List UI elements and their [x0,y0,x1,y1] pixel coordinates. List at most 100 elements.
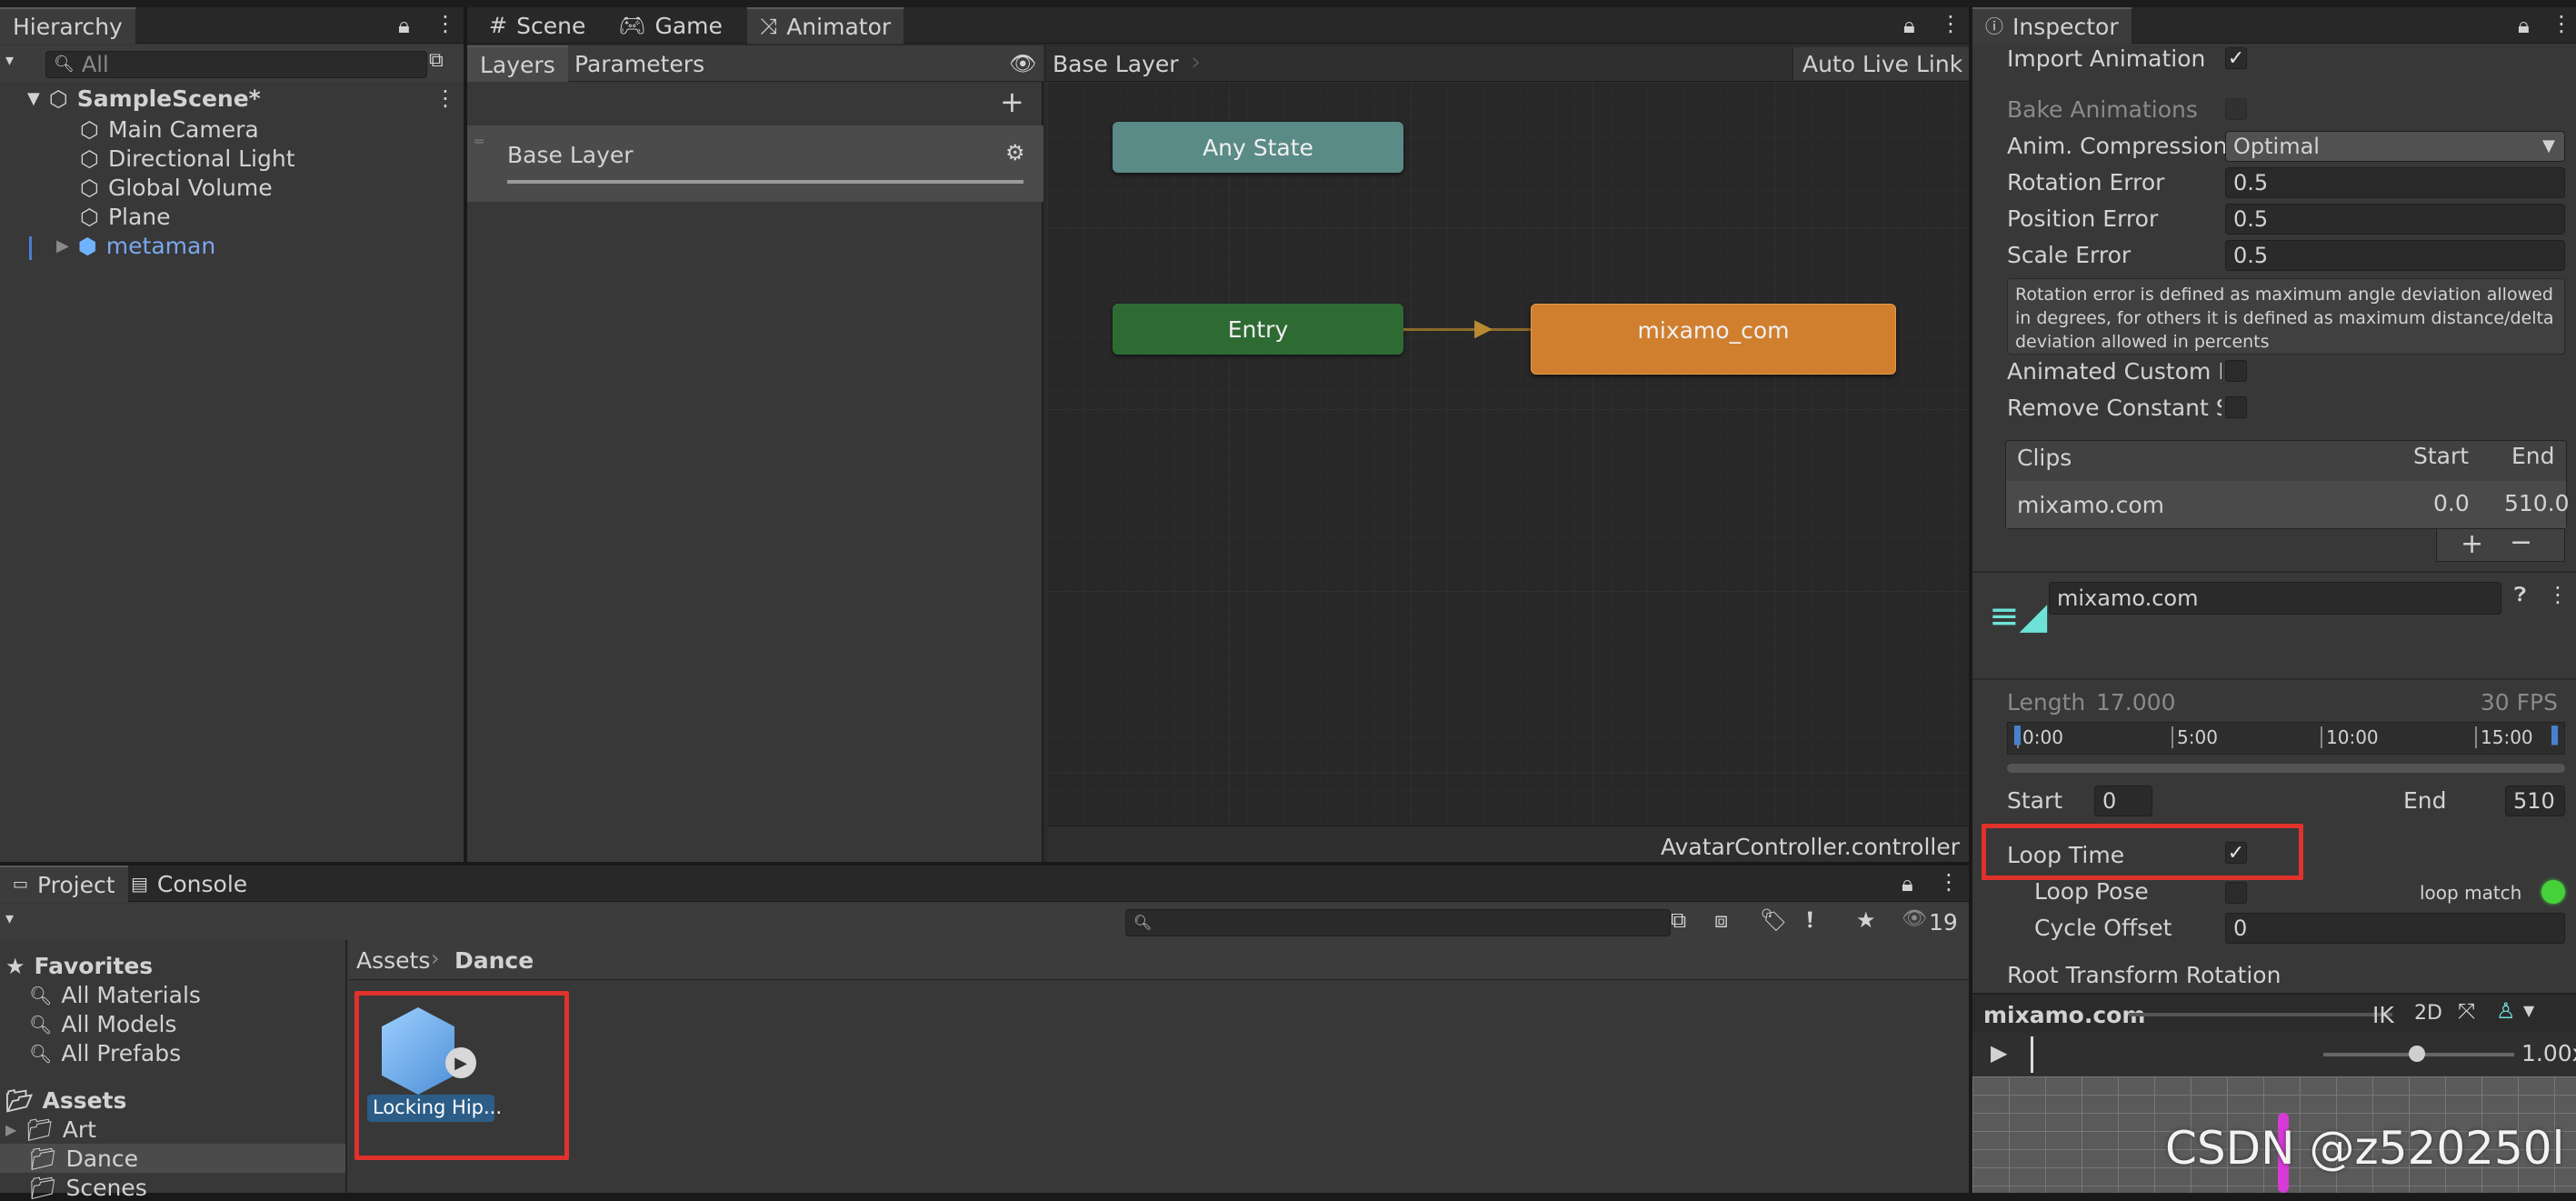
animated-custom-checkbox[interactable] [2225,360,2247,382]
collapsed-arrow-icon[interactable]: ▶ [56,237,69,255]
rotation-error-field[interactable]: 0.5 [2225,167,2565,198]
project-search-input[interactable]: 🔍︎ [1125,909,1671,936]
more-menu-icon[interactable]: ⋮ [1940,13,1962,35]
breadcrumb-dance[interactable]: Dance [454,947,534,974]
add-layer-icon[interactable]: + [1000,87,1024,116]
tab-layers[interactable]: Layers [467,45,568,82]
timeline-scroll[interactable] [2007,764,2565,773]
preview-timeline[interactable] [2031,1036,2033,1073]
remove-clip-icon[interactable]: − [2510,529,2532,556]
folder-icon: 📁︎ [29,1175,57,1201]
hierarchy-item-metaman[interactable]: ▶ ⬢ metaman [56,233,215,259]
gear-icon[interactable]: ⚙ [1005,142,1025,164]
hierarchy-toolbar: ▾ 🔍︎ All ⧉ [0,45,464,82]
filter-warning-icon[interactable]: ❗︎ [1807,909,1813,931]
avatar-dropdown-icon[interactable]: ▼ [2523,1004,2534,1018]
speed-slider-thumb[interactable] [2409,1046,2425,1062]
clip-row[interactable]: mixamo.com 0.0 510.0 [2006,481,2570,528]
node-any-state[interactable]: Any State [1113,122,1403,173]
drag-handle-icon[interactable]: ═ [474,135,484,149]
hierarchy-item-global-volume[interactable]: ⬡ Global Volume [80,175,273,201]
more-menu-icon[interactable]: ⋮ [434,13,456,35]
tab-inspector[interactable]: ⓘ Inspector [1972,7,2132,44]
loop-pose-checkbox[interactable] [2225,882,2247,904]
preview-ik-button[interactable]: IK [2372,1002,2394,1028]
favorite-all-materials[interactable]: 🔍︎ All Materials [29,982,201,1008]
clip-menu-icon[interactable]: ⋮ [2547,584,2569,606]
node-mixamo-com[interactable]: mixamo_com [1531,304,1896,375]
folder-art[interactable]: ▶ 📁︎ Art [5,1116,96,1143]
hierarchy-item-main-camera[interactable]: ⬡ Main Camera [80,116,259,143]
folder-scenes[interactable]: 📁︎ Scenes [29,1175,147,1201]
more-menu-icon[interactable]: ⋮ [1938,871,1960,893]
anim-compression-dropdown[interactable]: Optimal ▼ [2225,131,2565,162]
layer-row-base[interactable]: ═ Base Layer ⚙ [467,125,1043,202]
import-animation-checkbox[interactable]: ✓ [2225,47,2247,70]
tab-project[interactable]: ▭ Project [0,866,128,902]
tab-hierarchy[interactable]: Hierarchy [0,7,135,44]
preview-2d-button[interactable]: 2D [2414,1002,2442,1025]
animator-graph[interactable]: Base Layer › Auto Live Link Any State En… [1047,45,1969,826]
visibility-icon[interactable]: 👁︎ [1902,909,1927,929]
scene-row[interactable]: ▼ ⬡ SampleScene* [27,85,261,112]
help-icon[interactable]: ❓︎ [2514,585,2526,606]
node-entry[interactable]: Entry [1113,304,1403,355]
transition-arrow[interactable] [1403,328,1540,331]
favorite-all-prefabs[interactable]: 🔍︎ All Prefabs [29,1040,181,1066]
preview-viewport[interactable]: CSDN @z520250l [1972,1076,2576,1193]
tab-scene[interactable]: # Scene [476,7,598,44]
lock-icon[interactable]: 🔒︎ [398,15,410,36]
clip-name-field[interactable]: mixamo.com [2049,582,2501,615]
tab-game[interactable]: 🎮︎ Game [605,7,735,44]
lock-icon[interactable]: 🔒︎ [1903,15,1915,36]
favorites-header[interactable]: ★ Favorites [5,953,153,979]
tab-console[interactable]: ▤ Console [118,866,260,902]
hierarchy-item-directional-light[interactable]: ⬡ Directional Light [80,145,295,172]
position-error-field[interactable]: 0.5 [2225,204,2565,235]
end-marker-icon[interactable]: ▌ [2551,728,2564,745]
collapsed-arrow-icon[interactable]: ▶ [5,1122,16,1137]
more-menu-icon[interactable]: ⋮ [2551,13,2572,35]
scene-menu-icon[interactable]: ⋮ [434,87,456,109]
loop-time-highlight [1982,824,2303,880]
start-field[interactable]: 0 [2094,786,2152,816]
preview-drag-bar[interactable] [2129,1013,2392,1016]
gameobject-cube-icon: ⬡ [80,145,99,172]
pivot-icon[interactable]: ⤧ [2458,1000,2475,1022]
avatar-icon[interactable]: ♙ [2496,1000,2516,1022]
timeline-ruler[interactable]: 0:00 5:00 10:00 15:00 ▐ ▌ [2007,722,2565,755]
filter-type-icon[interactable]: ⧈ [1714,909,1728,931]
favorite-all-models[interactable]: 🔍︎ All Models [29,1011,176,1037]
start-marker-icon[interactable]: ▐ [2008,728,2021,745]
search-scene-icon[interactable]: ⧉ [429,51,444,71]
filter-label-icon[interactable]: 🏷︎ [1760,909,1787,931]
layers-toolbar: Layers Parameters 👁︎ [467,45,1043,82]
breadcrumb-base-layer[interactable]: Base Layer [1053,51,1179,77]
remove-constant-checkbox[interactable] [2225,396,2247,418]
field-value: 0.5 [2233,170,2269,195]
end-field[interactable]: 510 [2505,786,2565,816]
bake-animations-checkbox[interactable] [2225,98,2247,120]
favorite-star-icon[interactable]: ★ [1856,909,1876,931]
assets-header[interactable]: 📂︎ Assets [5,1087,126,1114]
auto-live-link-button[interactable]: Auto Live Link [1792,47,1969,80]
add-dropdown-icon[interactable]: ▾ [5,53,14,69]
lock-icon[interactable]: 🔒︎ [2518,15,2530,36]
scale-error-field[interactable]: 0.5 [2225,240,2565,271]
folder-dance[interactable]: 📁︎ Dance [29,1146,138,1172]
hierarchy-search-input[interactable]: 🔍︎ All [45,51,427,78]
add-clip-icon[interactable]: + [2461,531,2483,558]
cycle-offset-field[interactable]: 0 [2225,913,2565,944]
animated-custom-label: Animated Custom Pro [2007,358,2222,385]
play-icon[interactable]: ▶ [1991,1042,2007,1064]
hierarchy-item-plane[interactable]: ⬡ Plane [80,204,171,230]
tab-parameters[interactable]: Parameters [562,45,717,82]
lock-icon[interactable]: 🔒︎ [1902,873,1913,895]
search-mode-icon[interactable]: ⧉ [1671,909,1686,931]
breadcrumb-assets[interactable]: Assets [356,947,430,974]
create-dropdown-icon[interactable]: ▾ [5,911,14,927]
clips-end-header: End [2511,443,2555,469]
eye-icon[interactable]: 👁︎ [1009,53,1036,75]
tab-animator[interactable]: ⤨ Animator [747,7,904,44]
expand-arrow-icon[interactable]: ▼ [27,90,40,107]
